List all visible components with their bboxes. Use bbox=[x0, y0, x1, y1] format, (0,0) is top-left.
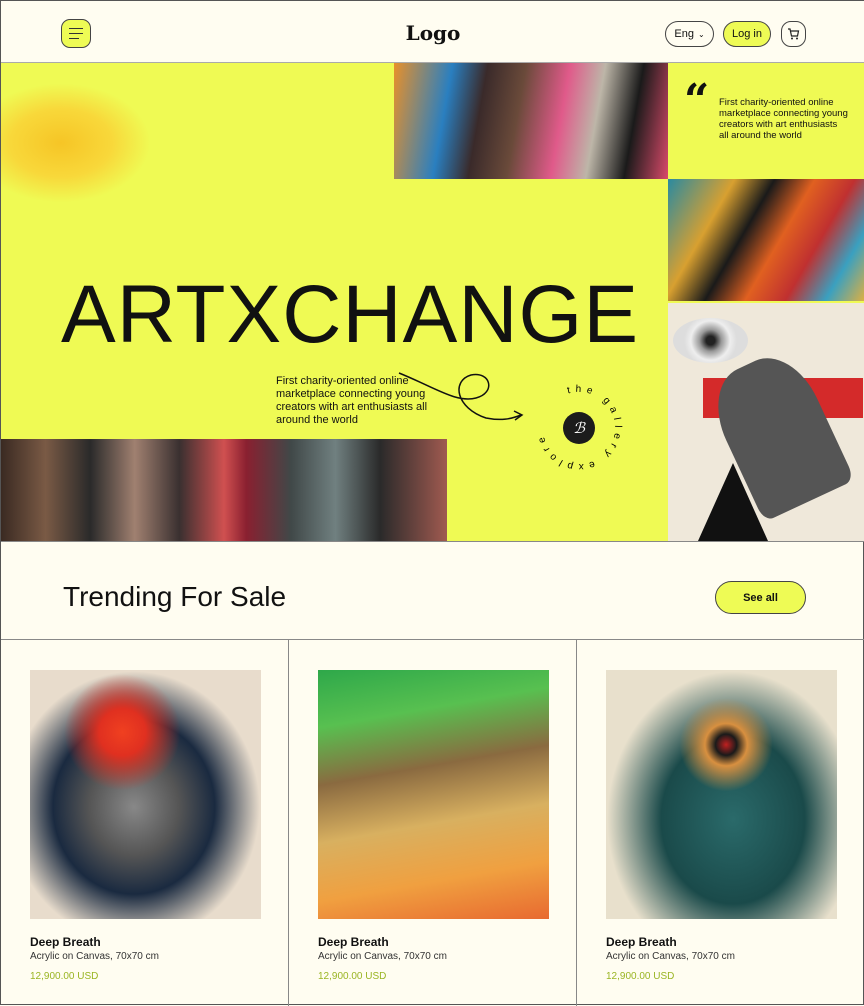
product-image bbox=[606, 670, 837, 919]
collage-image-top bbox=[394, 63, 668, 179]
login-button[interactable]: Log in bbox=[723, 21, 771, 47]
collage-image-eyes bbox=[668, 179, 864, 301]
product-name: Deep Breath bbox=[30, 935, 101, 949]
hero: “ First charity-oriented online marketpl… bbox=[1, 63, 864, 542]
section-title: Trending For Sale bbox=[63, 581, 287, 612]
cart-icon bbox=[788, 28, 800, 40]
product-medium: Acrylic on Canvas, 70x70 cm bbox=[606, 951, 735, 962]
language-select[interactable]: Eng ⌄ bbox=[665, 21, 714, 47]
chevron-down-icon: ⌄ bbox=[697, 29, 705, 39]
collage-image-hand bbox=[668, 303, 864, 541]
product-name: Deep Breath bbox=[606, 935, 677, 949]
product-medium: Acrylic on Canvas, 70x70 cm bbox=[30, 951, 159, 962]
product-card[interactable]: Deep Breath Acrylic on Canvas, 70x70 cm … bbox=[1, 640, 289, 1006]
product-grid: Deep Breath Acrylic on Canvas, 70x70 cm … bbox=[1, 639, 864, 1006]
cart-button[interactable] bbox=[781, 21, 806, 47]
product-price: 12,900.00 USD bbox=[606, 971, 675, 982]
language-label: Eng bbox=[674, 28, 694, 40]
hero-title: ARTXCHANGE bbox=[61, 269, 640, 360]
product-price: 12,900.00 USD bbox=[30, 971, 99, 982]
product-name: Deep Breath bbox=[318, 935, 389, 949]
product-medium: Acrylic on Canvas, 70x70 cm bbox=[318, 951, 447, 962]
brush-monogram-icon: ℬ bbox=[563, 412, 595, 444]
hero-quote: First charity-oriented online marketplac… bbox=[719, 97, 848, 141]
watercolor-splash bbox=[1, 83, 151, 203]
quote-icon: “ bbox=[684, 75, 710, 126]
collage-image-faces bbox=[1, 439, 447, 541]
product-image bbox=[318, 670, 549, 919]
arrow-swirl-icon bbox=[398, 372, 524, 421]
product-price: 12,900.00 USD bbox=[318, 971, 387, 982]
product-image bbox=[30, 670, 261, 919]
product-card[interactable]: Deep Breath Acrylic on Canvas, 70x70 cm … bbox=[577, 640, 864, 1006]
see-all-button[interactable]: See all bbox=[715, 581, 806, 614]
product-card[interactable]: Deep Breath Acrylic on Canvas, 70x70 cm … bbox=[289, 640, 577, 1006]
header: Logo Eng ⌄ Log in bbox=[1, 1, 864, 63]
explore-gallery-badge[interactable]: the gallery explore ℬ bbox=[534, 383, 624, 473]
